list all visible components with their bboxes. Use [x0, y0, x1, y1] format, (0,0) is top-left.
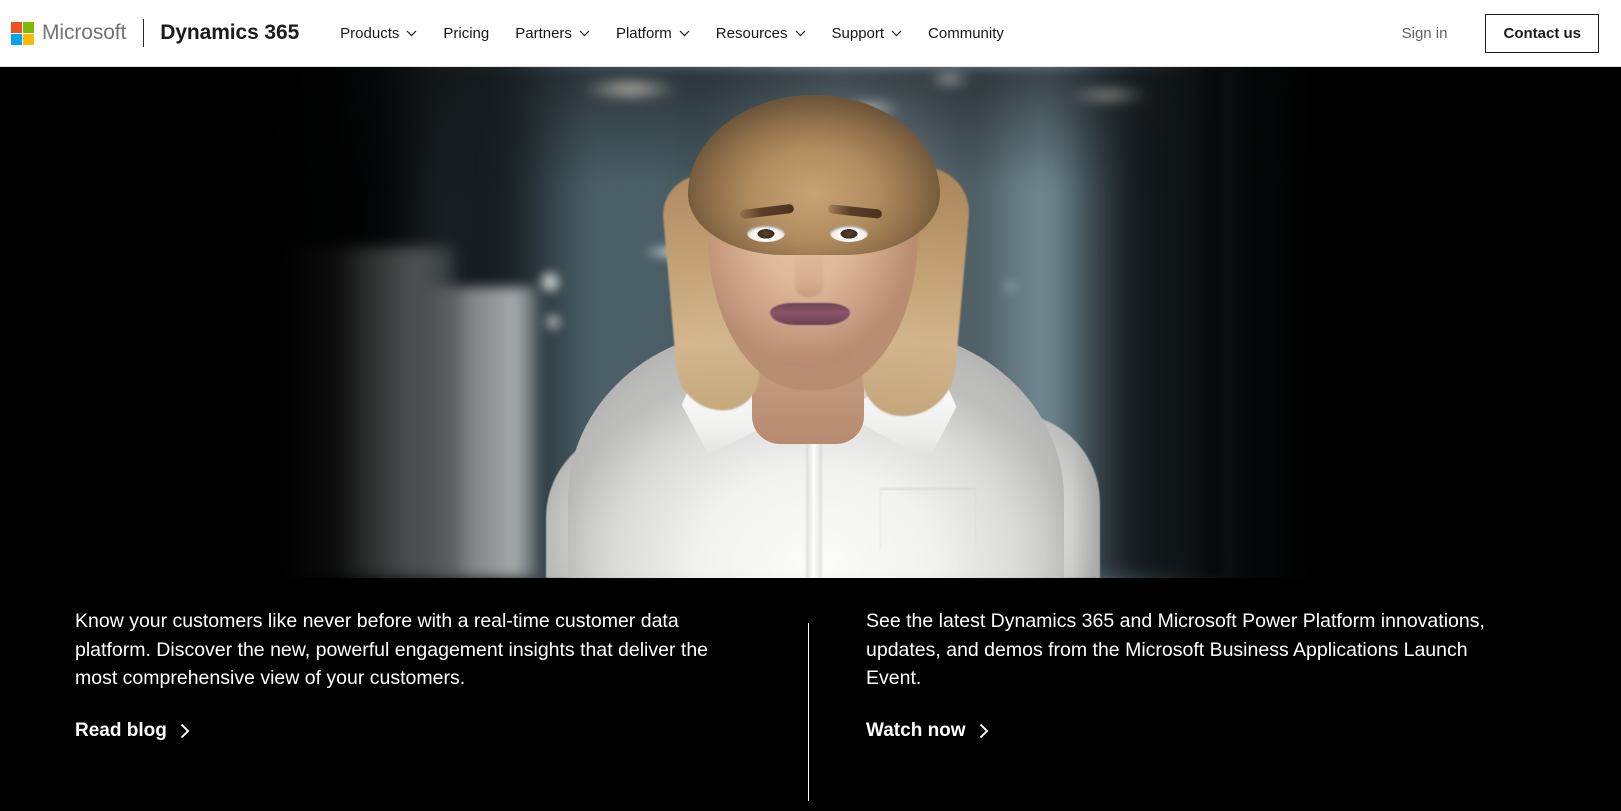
- promo-right-body: See the latest Dynamics 365 and Microsof…: [866, 610, 1485, 690]
- chevron-right-icon: [180, 723, 190, 739]
- eye-left: [747, 225, 785, 242]
- sign-in-link[interactable]: Sign in: [1392, 17, 1458, 50]
- microsoft-logo[interactable]: [11, 21, 34, 45]
- hero-image: [250, 67, 1372, 578]
- nav-item-support-label: Support: [831, 24, 885, 42]
- top-navigation-bar: Microsoft Dynamics 365 Products Pricing …: [0, 0, 1621, 67]
- watch-now-link[interactable]: Watch now: [866, 720, 989, 742]
- chevron-down-icon: [579, 30, 590, 37]
- nav-item-products[interactable]: Products: [327, 15, 430, 52]
- nav-item-support[interactable]: Support: [819, 15, 916, 52]
- product-title[interactable]: Dynamics 365: [160, 21, 299, 45]
- chevron-down-icon: [891, 30, 902, 37]
- nav-right-group: Sign in Contact us: [1392, 13, 1599, 53]
- nav-item-partners-label: Partners: [515, 24, 572, 42]
- chevron-down-icon: [679, 30, 690, 37]
- chin-shading: [760, 343, 864, 373]
- promo-right: See the latest Dynamics 365 and Microsof…: [866, 578, 1506, 742]
- hero-image-scene: [250, 67, 1372, 578]
- microsoft-logo-square-blue: [11, 33, 22, 45]
- contact-us-button[interactable]: Contact us: [1485, 13, 1599, 53]
- nav-item-partners[interactable]: Partners: [502, 15, 603, 52]
- blouse-placket: [806, 433, 822, 578]
- microsoft-logo-square-red: [11, 21, 22, 33]
- hero-fade-right: [1072, 67, 1372, 578]
- primary-nav: Products Pricing Partners Platform Resou…: [327, 15, 1391, 52]
- hero-fade-left: [250, 67, 550, 578]
- nav-item-pricing-label: Pricing: [443, 24, 490, 42]
- nav-item-platform[interactable]: Platform: [603, 15, 703, 52]
- promo-band: Know your customers like never before wi…: [0, 578, 1621, 811]
- read-blog-label: Read blog: [75, 719, 167, 741]
- nav-item-resources-label: Resources: [715, 24, 788, 42]
- nav-item-community[interactable]: Community: [915, 15, 1017, 52]
- microsoft-logo-square-green: [23, 21, 34, 33]
- brand-group: Microsoft Dynamics 365: [11, 19, 299, 47]
- nav-item-resources[interactable]: Resources: [703, 15, 819, 52]
- lips: [770, 303, 850, 325]
- nav-item-pricing[interactable]: Pricing: [430, 15, 502, 52]
- chevron-right-icon: [979, 723, 989, 739]
- eye-right: [830, 225, 868, 242]
- nav-item-platform-label: Platform: [615, 24, 672, 42]
- nav-item-community-label: Community: [928, 24, 1004, 42]
- nose: [795, 245, 823, 297]
- promo-divider: [808, 623, 809, 801]
- microsoft-logo-square-yellow: [23, 33, 34, 45]
- hair-top: [688, 95, 940, 255]
- brand-separator: [143, 19, 145, 47]
- read-blog-link[interactable]: Read blog: [75, 720, 190, 742]
- microsoft-wordmark[interactable]: Microsoft: [42, 21, 126, 45]
- watch-now-label: Watch now: [866, 719, 966, 741]
- hero-banner: [0, 67, 1621, 578]
- chevron-down-icon: [406, 30, 417, 37]
- blouse-pocket: [880, 488, 976, 550]
- nav-item-products-label: Products: [340, 24, 400, 42]
- chevron-down-icon: [795, 30, 806, 37]
- promo-left-body: Know your customers like never before wi…: [75, 610, 709, 690]
- promo-left: Know your customers like never before wi…: [75, 578, 715, 742]
